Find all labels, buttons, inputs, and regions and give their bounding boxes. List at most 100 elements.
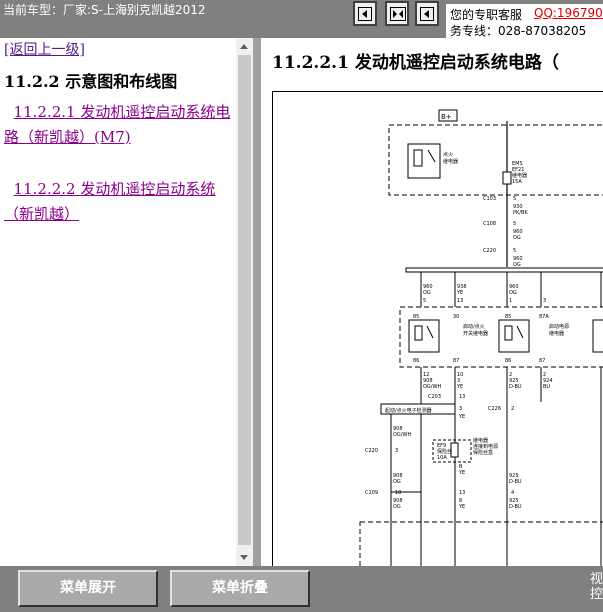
content-pane: 11.2.2.1 发动机遥控启动系统电路（ B+ 点火 继电器 EMS EF21… (261, 38, 603, 566)
relay-a-label: 点火 (443, 152, 453, 158)
svg-text:启动电源: 启动电源 (549, 323, 569, 330)
svg-text:C103: C103 (483, 196, 496, 202)
menu-collapse-button[interactable]: 菜单折叠 (170, 570, 310, 607)
svg-text:C109: C109 (365, 490, 378, 496)
svg-text:C108: C108 (483, 221, 496, 227)
svg-text:BU: BU (543, 384, 550, 390)
svg-text:D-BU: D-BU (509, 479, 522, 485)
ems-fuse (502, 171, 512, 185)
power-bus (405, 267, 603, 273)
svg-text:13: 13 (459, 490, 465, 496)
start-relay (408, 319, 440, 353)
menu-expand-button[interactable]: 菜单展开 (18, 570, 158, 607)
toc-link-system[interactable]: 11.2.2.2 发动机遥控启动系统（新凯越） (4, 177, 234, 227)
svg-text:5: 5 (513, 196, 516, 202)
scroll-up-arrow-icon[interactable] (236, 38, 253, 55)
svg-text:继电器: 继电器 (473, 437, 488, 444)
pane-splitter[interactable] (253, 38, 261, 566)
svg-text:3: 3 (543, 298, 546, 304)
svg-text:5: 5 (423, 298, 426, 304)
svg-text:开关继电器: 开关继电器 (463, 330, 488, 337)
service-hotline: 务专线：028-87038205 (450, 24, 587, 38)
side-label: 视控 (590, 572, 603, 602)
svg-text:85: 85 (413, 314, 419, 320)
svg-text:D-BU: D-BU (509, 384, 522, 390)
svg-text:PK/BK: PK/BK (513, 210, 528, 216)
nav-expand-button[interactable] (385, 1, 409, 26)
svg-text:87: 87 (453, 358, 459, 364)
ecm-outline (359, 521, 603, 566)
battery-label: B+ (441, 113, 452, 121)
wiring-diagram-canvas: B+ 点火 继电器 EMS EF21 继电器 15A C103 5 930 PK… (359, 109, 603, 566)
toc-link-number: 11.2.2.2 (13, 180, 76, 198)
ef9-fuse (450, 442, 459, 458)
svg-text:OG/WH: OG/WH (423, 384, 441, 390)
svg-text:3: 3 (459, 406, 462, 412)
svg-text:YE: YE (458, 470, 465, 476)
svg-text:保险丝盒: 保险丝盒 (473, 449, 493, 456)
svg-text:OG/WH: OG/WH (393, 432, 411, 438)
current-car-label: 当前车型：厂家:S-上海别克凯越2012 (3, 3, 206, 17)
nav-prev-button[interactable] (353, 1, 377, 26)
svg-text:YE: YE (456, 384, 463, 390)
back-link[interactable]: [返回上一级] (4, 39, 85, 59)
svg-text:4: 4 (511, 490, 514, 496)
ignition-relay (407, 143, 441, 179)
svg-text:13: 13 (457, 298, 463, 304)
svg-text:C226: C226 (488, 406, 501, 412)
scroll-thumb[interactable] (238, 55, 251, 545)
svg-text:3: 3 (395, 448, 398, 454)
svg-text:OG: OG (423, 290, 431, 296)
power-relay (498, 319, 530, 353)
svg-text:15A: 15A (512, 179, 522, 185)
svg-text:13: 13 (459, 394, 465, 400)
svg-text:30: 30 (453, 314, 459, 320)
svg-text:继电器: 继电器 (549, 330, 564, 337)
svg-text:C203: C203 (428, 394, 441, 400)
toc-scrollbar[interactable] (236, 38, 253, 566)
svg-text:2: 2 (511, 406, 514, 412)
wiring-diagram: B+ 点火 继电器 EMS EF21 继电器 15A C103 5 930 PK… (272, 91, 603, 566)
svg-text:继电器: 继电器 (512, 172, 527, 179)
scroll-down-arrow-icon[interactable] (236, 549, 253, 566)
svg-text:86: 86 (413, 358, 419, 364)
svg-text:YE: YE (458, 504, 465, 510)
svg-text:OG: OG (513, 235, 521, 241)
svg-text:C220: C220 (483, 248, 496, 254)
document-title: 11.2.2.1 发动机遥控启动系统电路（ (272, 53, 559, 73)
fuse-box-outline (388, 124, 603, 196)
svg-text:5: 5 (513, 221, 516, 227)
svg-text:保险丝: 保险丝 (437, 448, 452, 455)
toc-link-number: 11.2.2.1 (13, 103, 76, 121)
nav-expand-icon (390, 7, 406, 21)
svg-text:87A: 87A (539, 314, 549, 320)
svg-text:连接到电源: 连接到电源 (473, 443, 498, 450)
svg-text:OG: OG (393, 504, 401, 510)
svg-text:继电器: 继电器 (443, 158, 458, 165)
customer-service-box: 您的专职客服 QQ:19679000 务专线：028-87038205 (446, 4, 603, 38)
section-title: 11.2.2 示意图和布线图 (4, 72, 178, 91)
svg-text:85: 85 (505, 314, 511, 320)
svg-text:87: 87 (539, 358, 545, 364)
relay-module-outline (399, 306, 603, 368)
toc-link-circuit[interactable]: 11.2.2.1 发动机遥控启动系统电路（新凯越）(M7) (4, 100, 234, 150)
svg-text:OG: OG (393, 479, 401, 485)
nav-back-button[interactable] (415, 1, 439, 26)
svg-text:10A: 10A (437, 455, 447, 461)
module-label: 起动/点火电子检测器 (385, 407, 432, 414)
nav-prev-icon (358, 7, 372, 21)
svg-text:18: 18 (395, 490, 401, 496)
svg-text:YE: YE (458, 414, 465, 420)
svg-text:C220: C220 (365, 448, 378, 454)
svg-text:86: 86 (505, 358, 511, 364)
svg-text:5: 5 (513, 248, 516, 254)
svg-text:1: 1 (509, 298, 512, 304)
toc-pane: [返回上一级] 11.2.2 示意图和布线图 11.2.2.1 发动机遥控启动系… (0, 38, 236, 566)
bottom-bar: 菜单展开 菜单折叠 视控 (0, 566, 603, 612)
svg-text:启动/点火: 启动/点火 (463, 323, 485, 330)
qq-link[interactable]: QQ:19679000 (534, 6, 603, 20)
svg-text:OG: OG (513, 262, 521, 268)
svg-text:OG: OG (509, 290, 517, 296)
svg-text:D-BU: D-BU (509, 504, 522, 510)
service-label: 您的专职客服 (450, 8, 523, 22)
